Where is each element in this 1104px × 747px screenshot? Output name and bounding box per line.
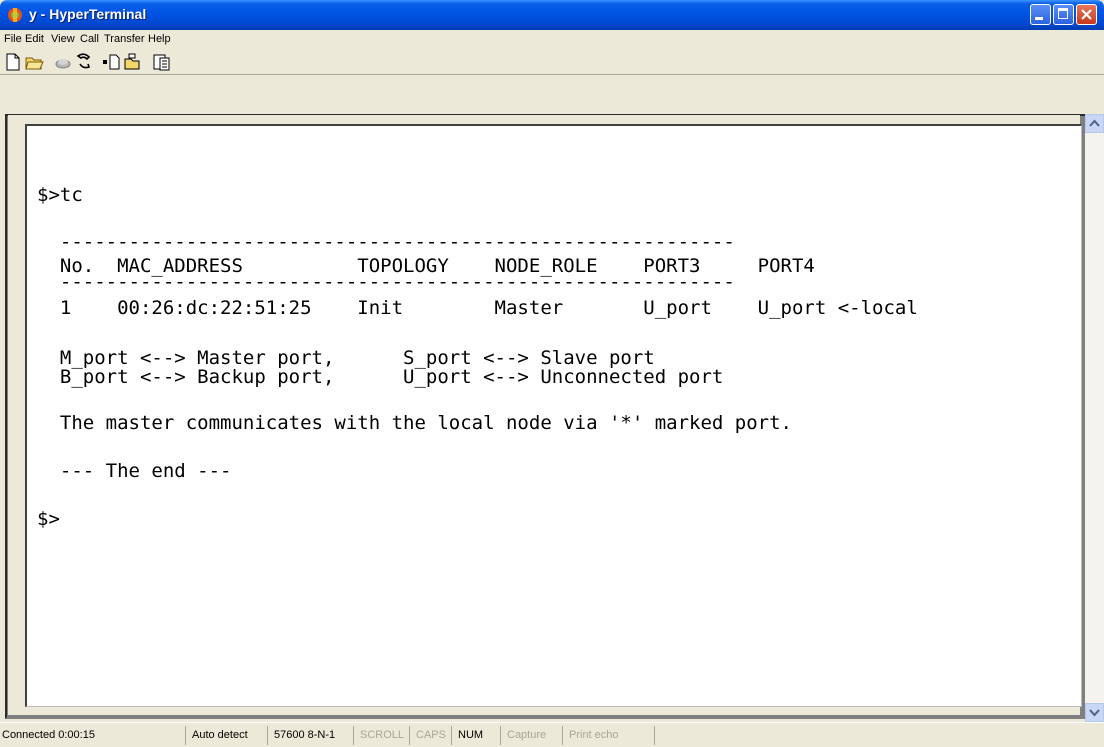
- menu-transfer[interactable]: Transfer: [104, 33, 145, 45]
- receive-icon[interactable]: [122, 52, 142, 72]
- terminal-line: $>tc: [37, 184, 83, 206]
- status-connected: Connected 0:00:15: [2, 729, 95, 741]
- terminal-line: 1 00:26:dc:22:51:25 Init Master U_port U…: [37, 297, 918, 319]
- status-bar: Connected 0:00:15 Auto detect 57600 8-N-…: [0, 722, 1104, 747]
- close-icon: [1081, 9, 1092, 20]
- chevron-down-icon: [1089, 709, 1100, 717]
- minimize-icon: [1035, 17, 1043, 20]
- minimize-button[interactable]: [1030, 4, 1051, 25]
- chevron-up-icon: [1089, 119, 1100, 127]
- menu-call[interactable]: Call: [80, 33, 99, 45]
- menu-help[interactable]: Help: [148, 33, 171, 45]
- terminal-line: $>: [37, 508, 60, 530]
- toolbar: [0, 49, 1104, 75]
- title-bar[interactable]: y - HyperTerminal: [0, 0, 1104, 30]
- terminal-line: ----------------------------------------…: [37, 271, 735, 293]
- menu-file[interactable]: File: [4, 33, 22, 45]
- maximize-icon: [1058, 8, 1068, 19]
- status-scroll: SCROLL: [353, 726, 409, 745]
- status-baud: 57600 8-N-1: [267, 726, 353, 745]
- status-empty-panel: [654, 726, 1104, 745]
- terminal-line: M_port <--> Master port, S_port <--> Sla…: [37, 347, 655, 369]
- close-button[interactable]: [1076, 4, 1097, 25]
- terminal-screen[interactable]: $>tc -----------------------------------…: [25, 124, 1082, 707]
- status-capture: Capture: [500, 726, 562, 745]
- terminal-line: B_port <--> Backup port, U_port <--> Unc…: [37, 366, 724, 388]
- scroll-up-button[interactable]: [1085, 114, 1104, 133]
- vertical-scrollbar[interactable]: [1085, 114, 1104, 722]
- new-icon[interactable]: [3, 52, 23, 72]
- maximize-button[interactable]: [1053, 4, 1074, 25]
- dial-icon[interactable]: [74, 52, 94, 72]
- status-num: NUM: [451, 726, 500, 745]
- terminal-line: --- The end ---: [37, 460, 232, 482]
- terminal-line: The master communicates with the local n…: [37, 412, 792, 434]
- menu-edit[interactable]: Edit: [25, 33, 44, 45]
- scroll-down-button[interactable]: [1085, 703, 1104, 722]
- menu-bar: File Edit View Call Transfer Help: [0, 30, 1104, 49]
- disconnect-icon[interactable]: [53, 52, 73, 72]
- status-print-echo: Print echo: [562, 726, 654, 745]
- open-icon[interactable]: [24, 52, 44, 72]
- hyperterminal-app-icon[interactable]: [6, 6, 24, 24]
- menu-view[interactable]: View: [51, 33, 75, 45]
- terminal-line: ----------------------------------------…: [37, 231, 735, 253]
- send-icon[interactable]: [101, 52, 121, 72]
- properties-icon[interactable]: [151, 52, 171, 72]
- status-detect: Auto detect: [185, 726, 267, 745]
- status-caps: CAPS: [409, 726, 451, 745]
- window-title: y - HyperTerminal: [29, 6, 147, 22]
